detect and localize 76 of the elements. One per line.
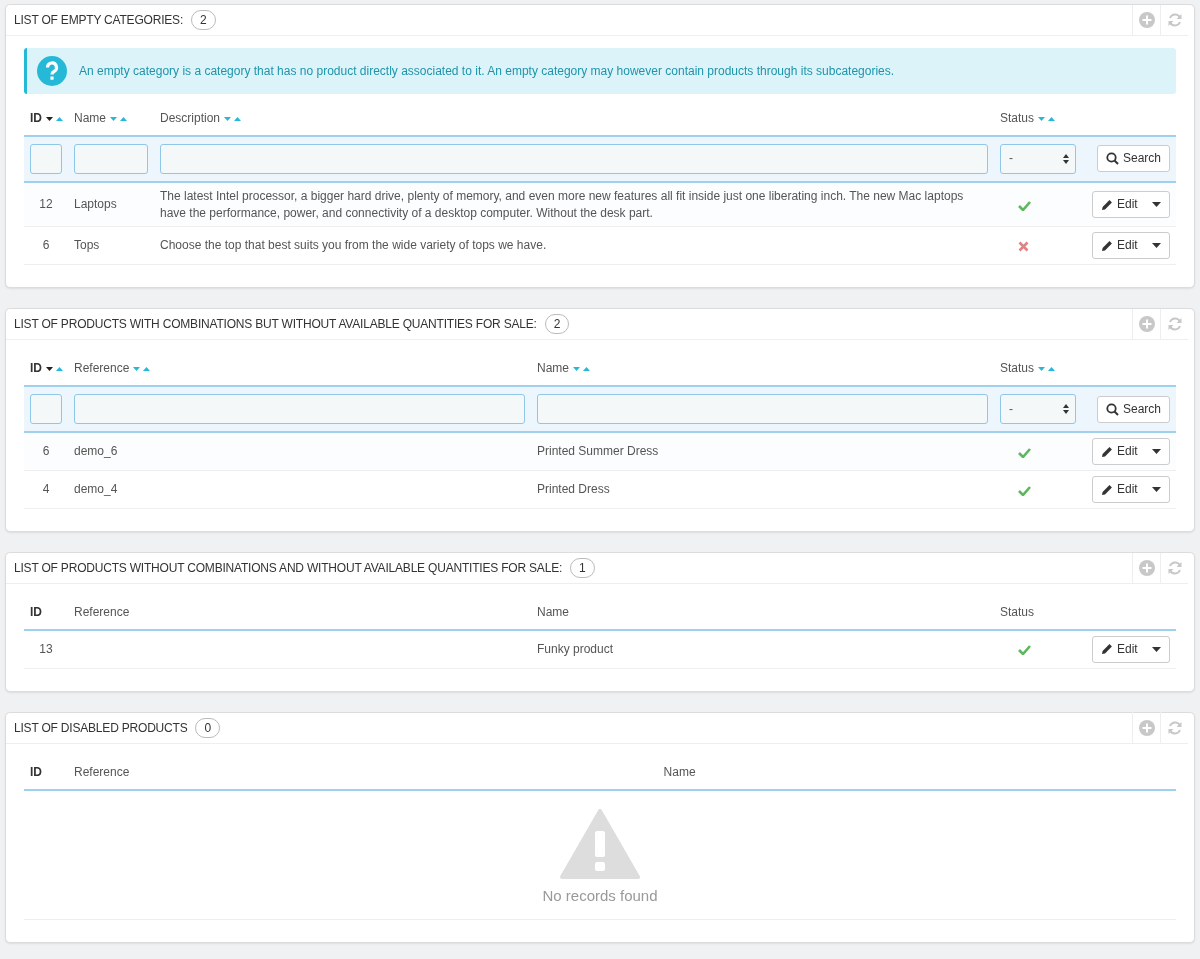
edit-button[interactable]: Edit [1092, 636, 1170, 663]
table-cell: The latest Intel processor, a bigger hard drive, plenty of memory, and even more new features all fit inside just one liberating inch. The new Mac laptops have the performance, power, and connectivity of a desktop computer. Without the desk part. [160, 188, 964, 220]
table-cell: 12 [39, 197, 53, 212]
caret-icon [1152, 449, 1161, 455]
table-cell: 6 [42, 444, 50, 459]
column-header: Reference [74, 605, 130, 620]
table-cell: Tops [74, 238, 100, 253]
column-header: Status [1000, 111, 1035, 125]
caret-icon [1152, 647, 1161, 652]
column-header: ID [30, 111, 42, 125]
table-cell: Laptops [74, 197, 117, 212]
filter-input[interactable] [160, 143, 988, 174]
filter-input[interactable] [537, 394, 988, 425]
table-cell: Printed Dress [537, 482, 610, 497]
sort-icon[interactable] [45, 114, 65, 123]
refresh-icon [1166, 560, 1183, 577]
empty-message: No records found [542, 885, 658, 906]
plus-circle-icon [1138, 720, 1155, 736]
column-header: ID [30, 605, 42, 620]
table-cell: 13 [39, 642, 53, 657]
column-header: Description [160, 111, 221, 125]
sort-icon[interactable] [45, 365, 65, 374]
edit-button[interactable]: Edit [1092, 476, 1170, 504]
caret-icon [1152, 487, 1161, 493]
filter-input[interactable] [74, 143, 148, 174]
select-arrows-icon [1063, 404, 1069, 415]
table-cell: 4 [42, 482, 50, 497]
search-icon [1105, 402, 1119, 416]
table-cell: Printed Summer Dress [537, 444, 659, 459]
plus-circle-icon [1138, 12, 1155, 28]
search-icon [1105, 152, 1119, 166]
warning-icon [560, 808, 640, 879]
column-header: Status [1000, 605, 1035, 620]
table-cell: Choose the top that best suits you from the wide variety of tops we have. [160, 238, 547, 253]
pencil-icon [1101, 483, 1113, 496]
column-header: Status [1000, 361, 1035, 376]
table-cell: Funky product [537, 642, 614, 657]
plus-circle-icon [1138, 316, 1155, 333]
table-cell: 6 [42, 238, 50, 253]
status-filter-select[interactable]: - [1000, 394, 1076, 425]
caret-icon [1152, 243, 1161, 249]
column-header: ID [30, 361, 42, 376]
refresh-icon [1166, 12, 1183, 28]
table-cell: demo_4 [74, 482, 118, 497]
filter-input[interactable] [30, 143, 62, 174]
pencil-icon [1101, 643, 1113, 656]
status-filter-select[interactable]: - [1000, 143, 1076, 174]
plus-circle-icon [1138, 560, 1155, 577]
search-button[interactable]: Search [1096, 145, 1170, 173]
pencil-icon [1101, 239, 1113, 252]
edit-button[interactable]: Edit [1092, 191, 1170, 219]
panel-title: LIST OF PRODUCTS WITH COMBINATIONS BUT WITHOUT AVAILABLE QUANTITIES FOR SALE: [14, 316, 537, 334]
filter-input[interactable] [30, 394, 62, 425]
edit-button[interactable]: Edit [1092, 438, 1170, 466]
pencil-icon [1101, 445, 1113, 458]
help-icon [37, 56, 67, 86]
column-header: Name [74, 111, 106, 125]
search-button[interactable]: Search [1096, 395, 1170, 423]
column-header: Reference [74, 361, 130, 376]
edit-button[interactable]: Edit [1092, 232, 1170, 260]
refresh-icon [1166, 316, 1183, 333]
caret-icon [1152, 202, 1161, 208]
table-cell: demo_6 [74, 444, 118, 459]
column-header: ID [30, 765, 42, 779]
column-header: Name [537, 361, 569, 376]
column-header: Name [663, 765, 696, 779]
column-header: Name [537, 605, 569, 620]
pencil-icon [1101, 198, 1113, 211]
panel-title: LIST OF PRODUCTS WITHOUT COMBINATIONS AND WITHOUT AVAILABLE QUANTITIES FOR SALE: [14, 560, 563, 578]
filter-input[interactable] [74, 394, 525, 425]
column-header: Reference [74, 765, 130, 779]
info-text: An empty category is a category that has no product directly associated to it. An empty category may however contain products through its subcategories. [79, 63, 895, 80]
panel-title: LIST OF EMPTY CATEGORIES: [14, 12, 184, 29]
select-arrows-icon [1063, 153, 1069, 164]
panel-title: LIST OF DISABLED PRODUCTS [14, 720, 188, 737]
refresh-icon [1166, 720, 1183, 736]
